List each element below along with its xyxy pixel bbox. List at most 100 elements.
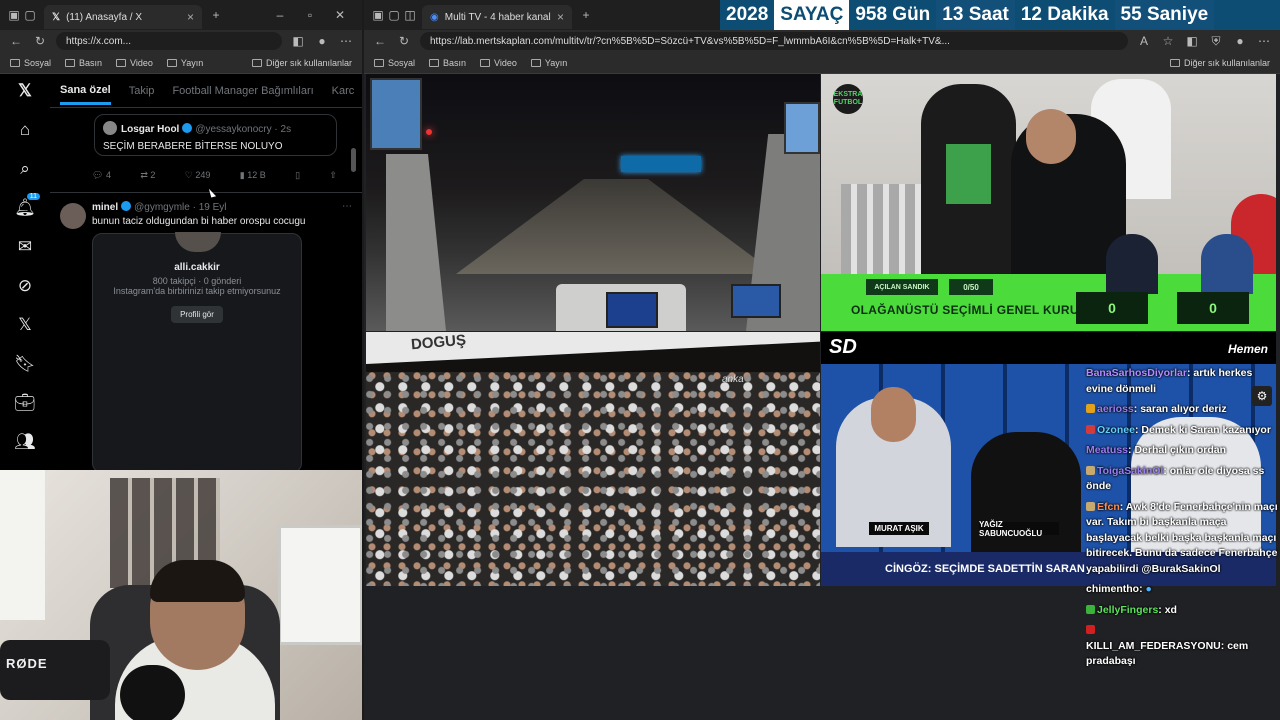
- minimize-icon[interactable]: –: [272, 7, 288, 23]
- extension-icon[interactable]: ◧: [290, 33, 306, 49]
- traffic-light: [426, 129, 432, 135]
- other-bookmarks[interactable]: Diğer sık kullanılanlar: [251, 58, 352, 68]
- grok-icon[interactable]: ⊘: [14, 275, 36, 297]
- search-icon[interactable]: ⌕: [14, 158, 36, 180]
- workspaces-icon[interactable]: ▣: [370, 7, 386, 23]
- official: [921, 84, 1016, 274]
- tab-actions-icon[interactable]: ▢: [386, 7, 402, 23]
- menu-icon[interactable]: ⋯: [338, 33, 354, 49]
- premium-x-icon[interactable]: 𝕏: [14, 314, 36, 336]
- candidate-photo-right: [1201, 234, 1253, 294]
- new-tab-icon[interactable]: +: [578, 7, 594, 23]
- heart-icon: ♡: [184, 170, 193, 180]
- url-field[interactable]: https://lab.mertskaplan.com/multitv/tr/?…: [420, 32, 1128, 50]
- instagram-profile-card[interactable]: alli.cakkir 800 takipçi · 0 gönderi Inst…: [92, 232, 302, 470]
- communities-icon[interactable]: 👥︎: [14, 431, 36, 453]
- counter-label: SAYAÇ: [774, 0, 850, 30]
- close-tab-icon[interactable]: ×: [557, 10, 564, 24]
- chat-message: Ozonee: Demek ki Saran kazanıyor: [1086, 423, 1280, 439]
- bookmark-folder-2[interactable]: Video: [116, 58, 153, 68]
- share-button[interactable]: ⇧: [329, 170, 337, 181]
- messages-icon[interactable]: ✉: [14, 236, 36, 258]
- folder-icon: [116, 58, 127, 67]
- menu-icon[interactable]: ⋯: [1256, 33, 1272, 49]
- notifications-icon[interactable]: 🔔︎ 11: [14, 193, 40, 219]
- refresh-icon[interactable]: ↻: [396, 33, 412, 49]
- view-profile-button[interactable]: Profili gör: [171, 306, 223, 323]
- x-feed: Sana özel Takip Football Manager Bağımlı…: [50, 74, 362, 470]
- url-field[interactable]: https://x.com...: [56, 32, 282, 50]
- tab-multi-tv[interactable]: ◉ Multi TV - 4 haber kanalını a ×: [422, 5, 572, 29]
- counter-year: 2028: [726, 4, 769, 25]
- tab-actions-icon[interactable]: ▢: [22, 7, 38, 23]
- folder-icon: [1169, 58, 1180, 67]
- bookmark-folder-2[interactable]: Video: [480, 58, 517, 68]
- shield-icon[interactable]: ⛨: [1208, 33, 1224, 49]
- favorite-star-icon[interactable]: ☆: [1160, 33, 1176, 49]
- bookmark-folder-0[interactable]: Sosyal: [374, 58, 415, 68]
- name-plate-1: MURAT AŞIK: [869, 522, 929, 535]
- tab-x-home[interactable]: 𝕏 (11) Anasayfa / X ×: [44, 5, 202, 29]
- home-icon[interactable]: ⌂: [14, 119, 36, 141]
- bookmark-folder-3[interactable]: Yayın: [166, 58, 203, 68]
- video-stadium-crowd[interactable]: DOGUŞ anka: [366, 332, 820, 586]
- other-bookmarks[interactable]: Diğer sık kullanılanlar: [1169, 58, 1270, 68]
- studio-top-bar: [821, 332, 1276, 364]
- refresh-icon[interactable]: ↻: [32, 33, 48, 49]
- chat-message: ToigaSakinOl: onlar ole diyosa ss önde: [1086, 464, 1265, 492]
- rode-logo: RØDE: [6, 656, 48, 671]
- bookmark-folder-1[interactable]: Basın: [429, 58, 466, 68]
- lower-third-title: OLAĞANÜSTÜ SEÇİMLİ GENEL KURUL: [851, 303, 1087, 317]
- back-icon[interactable]: ←: [8, 33, 24, 49]
- notification-badge: 11: [26, 193, 40, 200]
- quote-handle: @yessaykonocry · 2s: [195, 124, 292, 135]
- opened-box-count: 0/50: [949, 279, 993, 295]
- left-tab-bar: ▣ ▢ 𝕏 (11) Anasayfa / X × + – ▫ ✕: [0, 0, 362, 30]
- tab-more[interactable]: Karc: [332, 85, 355, 97]
- cab-monitor-right: [784, 102, 820, 154]
- folder-icon: [251, 58, 262, 67]
- badge-icon: [1086, 424, 1095, 434]
- scrollbar[interactable]: [351, 148, 356, 172]
- repost-button[interactable]: ⇄ 2: [140, 170, 155, 181]
- tab-fm-community[interactable]: Football Manager Bağımlıları: [172, 85, 313, 97]
- profile-avatar-icon[interactable]: ●: [1232, 33, 1248, 49]
- post-author: minel: [92, 202, 119, 213]
- badge-icon: [1086, 465, 1095, 475]
- back-icon[interactable]: ←: [372, 33, 388, 49]
- profile-avatar-icon[interactable]: ●: [314, 33, 330, 49]
- bookmarks-icon[interactable]: 🔖︎: [14, 353, 36, 375]
- bookmark-folder-0[interactable]: Sosyal: [10, 58, 51, 68]
- read-aloud-icon[interactable]: A: [1136, 33, 1152, 49]
- tab-for-you[interactable]: Sana özel: [60, 84, 111, 105]
- score-right: 0: [1177, 292, 1249, 324]
- jobs-icon[interactable]: 💼︎: [14, 392, 36, 414]
- tab-group-icon[interactable]: ◫: [402, 7, 418, 23]
- workspaces-icon[interactable]: ▣: [6, 7, 22, 23]
- opened-box-label: AÇILAN SANDIK: [866, 279, 938, 295]
- video-tram-cab[interactable]: [366, 74, 820, 331]
- folder-icon: [166, 58, 177, 67]
- quoted-post[interactable]: Losgar Hool @yessaykonocry · 2s SEÇİM BER…: [94, 114, 337, 156]
- new-tab-icon[interactable]: +: [208, 7, 224, 23]
- maximize-icon[interactable]: ▫: [302, 7, 318, 23]
- chat-message: JellyFingers: xd: [1086, 603, 1280, 619]
- close-window-icon[interactable]: ✕: [332, 7, 348, 23]
- video-ballot-count[interactable]: EKSTRA FUTBOL AÇILAN SANDIK 0/50 OLAĞANÜ…: [821, 74, 1276, 331]
- like-button[interactable]: ♡ 249: [185, 170, 211, 181]
- tab-title: (11) Anasayfa / X: [66, 11, 143, 23]
- bookmark-folder-3[interactable]: Yayın: [530, 58, 567, 68]
- feed-post[interactable]: minel @gymgymle · 19 Eyl ⋯ bunun taciz old…: [50, 192, 362, 470]
- close-tab-icon[interactable]: ×: [187, 10, 194, 24]
- score-left: 0: [1076, 292, 1148, 324]
- x-logo-icon[interactable]: 𝕏: [14, 80, 36, 102]
- bookmark-button[interactable]: ▯: [295, 170, 300, 181]
- tab-following[interactable]: Takip: [129, 85, 155, 97]
- views-button[interactable]: ▮ 12 B: [240, 170, 266, 181]
- more-options-icon[interactable]: ⋯: [342, 201, 352, 212]
- bookmark-folder-1[interactable]: Basın: [65, 58, 102, 68]
- x-logo-icon: 𝕏: [52, 11, 61, 23]
- card-stats: 800 takipçi · 0 gönderi: [152, 276, 242, 286]
- extension-icon[interactable]: ◧: [1184, 33, 1200, 49]
- reply-button[interactable]: 💬︎ 4: [92, 170, 111, 181]
